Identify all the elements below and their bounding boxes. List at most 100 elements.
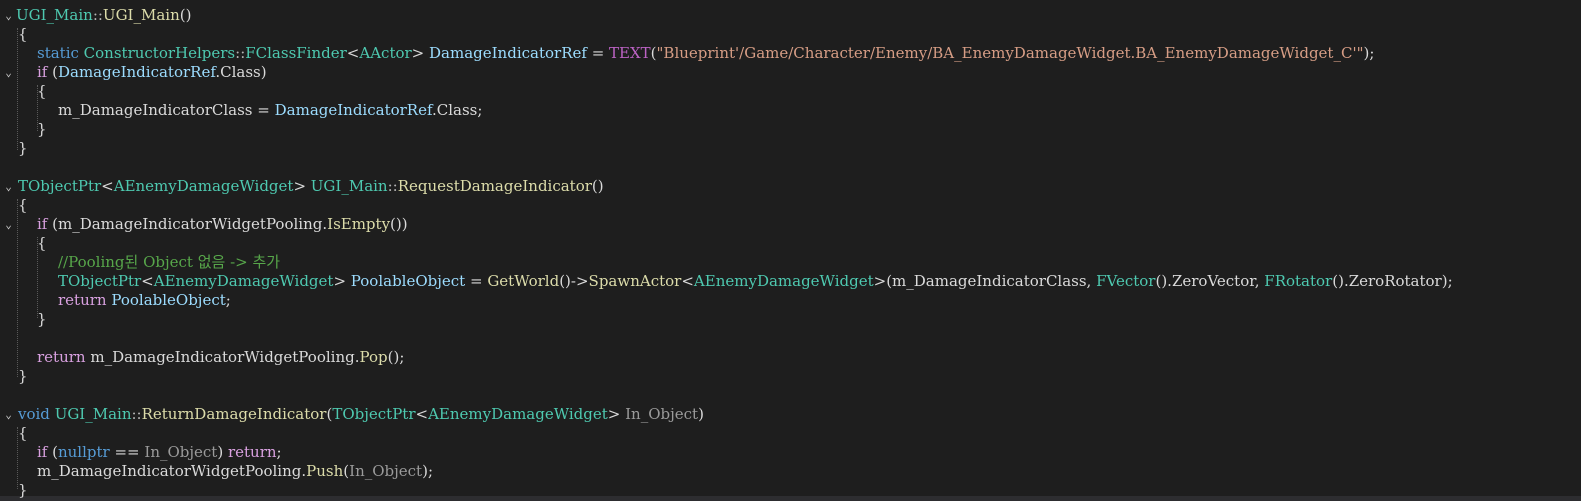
code-token: FVector [1096, 272, 1156, 290]
code-token: RequestDamageIndicator [397, 177, 592, 195]
code-text: if (nullptr == In_Object) return; [37, 443, 282, 462]
code-line[interactable]: } [0, 120, 1581, 139]
code-token: :: [235, 44, 246, 62]
code-line[interactable]: ⌄ TObjectPtr<AEnemyDamageWidget> UGI_Main… [0, 177, 1581, 196]
code-token: In_Object [625, 405, 699, 423]
code-token: } [37, 120, 47, 138]
code-token: :: [131, 405, 142, 423]
code-token: () [591, 177, 604, 195]
code-token: > [333, 272, 351, 290]
code-token: nullptr [57, 443, 110, 461]
code-token: TEXT [609, 44, 651, 62]
fold-toggle-icon[interactable]: ⌄ [3, 63, 14, 82]
code-token: m_DamageIndicatorClass [58, 101, 253, 119]
code-token: Push [306, 462, 344, 480]
code-line[interactable]: static ConstructorHelpers::FClassFinder<… [0, 44, 1581, 63]
code-token: ReturnDamageIndicator [141, 405, 327, 423]
code-line[interactable]: ⌄ if (m_DamageIndicatorWidgetPooling.IsEm… [0, 215, 1581, 234]
code-token: ().ZeroVector, [1155, 272, 1265, 290]
code-text: } [37, 120, 47, 139]
code-line[interactable]: return m_DamageIndicatorWidgetPooling.Po… [0, 348, 1581, 367]
code-token: AEnemyDamageWidget [693, 272, 874, 290]
code-token: } [18, 367, 28, 385]
code-token: void [18, 405, 55, 423]
code-token: ) [217, 443, 228, 461]
code-line[interactable]: } [0, 310, 1581, 329]
code-token: TObjectPtr [18, 177, 102, 195]
code-token: >(m_DamageIndicatorClass, [873, 272, 1097, 290]
code-token: DamageIndicatorRef [274, 101, 432, 119]
code-line[interactable]: ⌄ if (DamageIndicatorRef.Class) [0, 63, 1581, 82]
code-token: > [607, 405, 626, 423]
code-token: FClassFinder [245, 44, 347, 62]
code-token: .Class) [215, 63, 267, 81]
code-token: return [227, 443, 277, 461]
code-token: > [293, 177, 311, 195]
code-text: return PoolableObject; [58, 291, 231, 310]
code-text: { [18, 25, 28, 44]
code-line[interactable]: if (nullptr == In_Object) return; [0, 443, 1581, 462]
code-token: DamageIndicatorRef [429, 44, 587, 62]
code-line[interactable]: //Pooling된 Object 없음 -> 추가 [0, 253, 1581, 272]
code-token: TObjectPtr [58, 272, 142, 290]
code-token: PoolableObject [111, 291, 226, 309]
code-token: ; [276, 443, 282, 461]
code-token: () [179, 6, 192, 24]
code-line[interactable]: TObjectPtr< AEnemyDamageWidget > PoolableO… [0, 272, 1581, 291]
code-line[interactable]: } [0, 367, 1581, 386]
code-token: m_DamageIndicatorWidgetPooling [90, 348, 355, 366]
code-text: } [18, 481, 28, 500]
code-token: { [37, 82, 47, 100]
code-token: UGI_Main [54, 405, 132, 423]
code-token: < [101, 177, 114, 195]
code-text: { [37, 82, 47, 101]
code-line[interactable]: { [0, 424, 1581, 443]
fold-toggle-icon[interactable]: ⌄ [3, 215, 14, 234]
code-text: TObjectPtr< AEnemyDamageWidget > PoolableO… [58, 272, 1453, 291]
code-token: { [18, 25, 28, 43]
fold-toggle-icon[interactable]: ⌄ [3, 405, 14, 424]
code-token: { [18, 424, 28, 442]
code-token: ; [225, 291, 231, 309]
fold-toggle-icon[interactable]: ⌄ [3, 6, 14, 25]
code-line[interactable]: } [0, 139, 1581, 158]
code-token: return [37, 348, 91, 366]
code-token: if [37, 215, 53, 233]
code-token: > [411, 44, 430, 62]
code-token: Pop [359, 348, 388, 366]
code-token: if [37, 443, 53, 461]
code-editor[interactable]: ⌄ UGI_Main::UGI_Main(){static Constructor… [0, 0, 1581, 501]
code-line[interactable] [0, 329, 1581, 348]
code-line[interactable]: { [0, 82, 1581, 101]
code-token: //Pooling된 Object 없음 -> 추가 [58, 253, 281, 271]
code-token: IsEmpty [327, 215, 391, 233]
code-token: AEnemyDamageWidget [113, 177, 294, 195]
code-token: m_DamageIndicatorWidgetPooling [37, 462, 302, 480]
code-line[interactable]: } [0, 481, 1581, 500]
code-token: == [109, 443, 145, 461]
code-token: UGI_Main [16, 6, 93, 24]
code-line[interactable]: m_DamageIndicatorWidgetPooling.Push(In_O… [0, 462, 1581, 481]
code-text: } [18, 139, 28, 158]
code-line[interactable]: m_DamageIndicatorClass = DamageIndicator… [0, 101, 1581, 120]
code-text: } [18, 367, 28, 386]
code-line[interactable] [0, 386, 1581, 405]
fold-toggle-icon[interactable]: ⌄ [3, 177, 14, 196]
code-token: < [346, 44, 360, 62]
code-token: GetWorld [487, 272, 560, 290]
code-token: ().ZeroRotator); [1332, 272, 1453, 290]
code-text: m_DamageIndicatorClass = DamageIndicator… [58, 101, 482, 120]
code-line[interactable]: { [0, 234, 1581, 253]
code-token: PoolableObject [350, 272, 466, 290]
code-line[interactable]: return PoolableObject; [0, 291, 1581, 310]
code-token: FRotator [1264, 272, 1333, 290]
code-line[interactable]: ⌄ void UGI_Main::ReturnDamageIndicator(TO… [0, 405, 1581, 424]
code-line[interactable]: ⌄ UGI_Main::UGI_Main() [0, 6, 1581, 25]
code-token: ); [1363, 44, 1375, 62]
code-token: < [141, 272, 154, 290]
code-line[interactable] [0, 158, 1581, 177]
code-token: = [252, 101, 275, 119]
code-line[interactable]: { [0, 196, 1581, 215]
code-line[interactable]: { [0, 25, 1581, 44]
code-token: < [415, 405, 429, 423]
